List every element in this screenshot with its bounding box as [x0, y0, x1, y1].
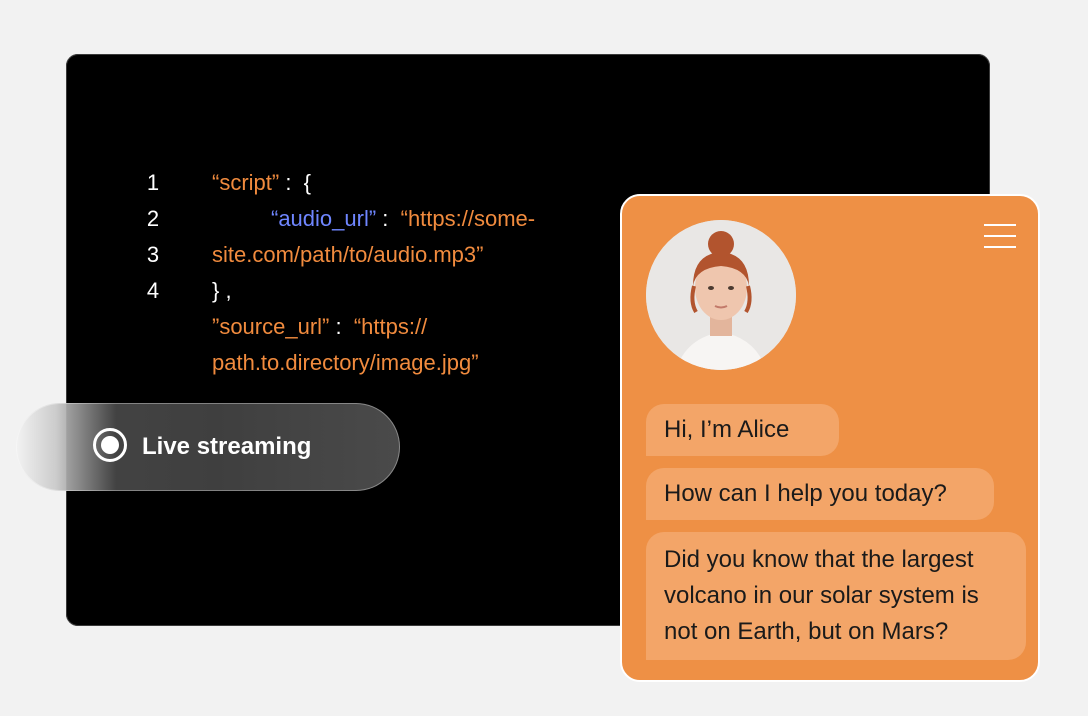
- record-icon: [93, 428, 127, 462]
- code-line: } ,: [212, 278, 232, 303]
- live-streaming-badge[interactable]: Live streaming: [16, 403, 400, 491]
- json-key: ”source_url”: [212, 314, 330, 339]
- live-streaming-label: Live streaming: [142, 433, 312, 460]
- avatar: [646, 220, 796, 370]
- json-key: “audio_url”: [271, 206, 377, 231]
- line-number: 2: [146, 206, 160, 231]
- json-key: “script”: [212, 170, 280, 195]
- json-value: “https://: [353, 314, 428, 339]
- chat-message: Did you know that the largest volcano in…: [646, 532, 1026, 660]
- code-line: path.to.directory/image.jpg”: [212, 350, 479, 375]
- code-line: ”source_url” : “https://: [212, 314, 427, 340]
- hamburger-menu-icon[interactable]: [984, 224, 1016, 248]
- chat-message: Hi, I’m Alice: [646, 404, 839, 456]
- avatar-image: [646, 220, 796, 370]
- json-punctuation: : {: [279, 170, 312, 195]
- code-line: “audio_url” : “https://some-: [271, 206, 535, 232]
- json-punctuation: :: [329, 314, 354, 339]
- code-line: “script” : {: [212, 170, 311, 196]
- json-punctuation: :: [376, 206, 401, 231]
- chat-message: How can I help you today?: [646, 468, 994, 520]
- chat-widget: Hi, I’m Alice How can I help you today? …: [620, 194, 1040, 682]
- line-number: 1: [146, 170, 160, 195]
- line-number: 3: [146, 242, 160, 267]
- line-number: 4: [146, 278, 160, 303]
- json-value: “https://some-: [400, 206, 536, 231]
- code-line: site.com/path/to/audio.mp3”: [212, 242, 484, 267]
